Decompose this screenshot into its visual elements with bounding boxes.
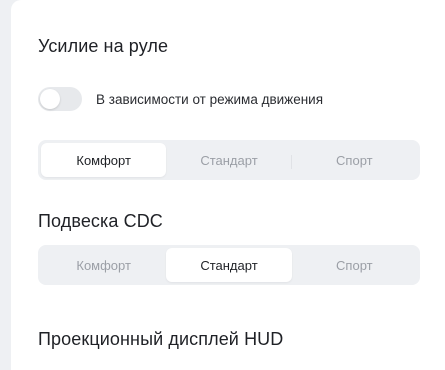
suspension-section-title: Подвеска CDC [38, 211, 163, 231]
steering-option-standard[interactable]: Стандарт [166, 143, 292, 177]
suspension-mode-selector: Комфорт Стандарт Спорт [38, 245, 420, 285]
mode-dependent-toggle[interactable] [38, 87, 82, 111]
suspension-option-standard[interactable]: Стандарт [166, 248, 292, 282]
steering-mode-selector: Комфорт Стандарт Спорт [38, 140, 420, 180]
steering-option-standard-label: Стандарт [200, 152, 258, 168]
mode-dependent-toggle-row[interactable]: В зависимости от режима движения [38, 86, 323, 112]
steering-option-comfort[interactable]: Комфорт [41, 143, 167, 177]
toggle-knob [40, 89, 60, 109]
hud-section-title: Проекционный дисплей HUD [38, 329, 284, 349]
steering-section-title: Усилие на руле [38, 36, 169, 56]
steering-option-sport[interactable]: Спорт [292, 143, 417, 177]
settings-panel: Усилие на руле В зависимости от режима д… [11, 0, 445, 370]
suspension-option-sport[interactable]: Спорт [292, 248, 417, 282]
suspension-option-comfort[interactable]: Комфорт [41, 248, 166, 282]
mode-dependent-toggle-label: В зависимости от режима движения [96, 91, 324, 107]
